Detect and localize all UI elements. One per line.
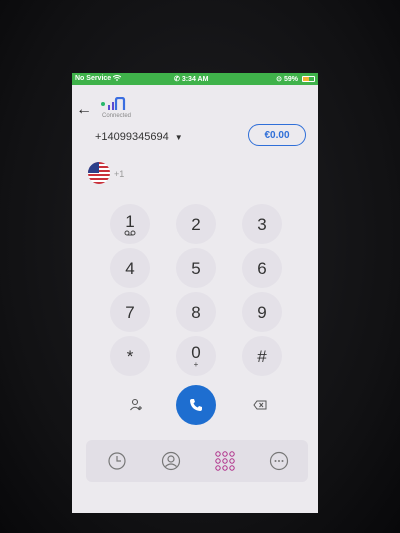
tab-keypad[interactable] — [212, 448, 238, 474]
dialpad-icon — [215, 451, 235, 471]
key-2[interactable]: 2 — [176, 204, 216, 244]
key-0[interactable]: 0 + — [176, 336, 216, 376]
key-3[interactable]: 3 — [242, 204, 282, 244]
backspace-icon[interactable] — [248, 393, 272, 417]
us-flag-icon[interactable] — [88, 162, 110, 184]
key-digit: 4 — [125, 258, 135, 278]
key-digit: 8 — [191, 302, 201, 322]
voicemail-icon — [124, 230, 136, 235]
key-8[interactable]: 8 — [176, 292, 216, 332]
phone-icon — [190, 399, 202, 411]
tab-recents[interactable] — [104, 448, 130, 474]
caller-id-selector[interactable]: +14099345694 ▼ — [95, 131, 183, 143]
key-hash[interactable]: # — [242, 336, 282, 376]
back-arrow-icon[interactable]: ← — [76, 101, 92, 119]
key-digit: 7 — [125, 302, 135, 322]
key-star[interactable]: * — [110, 336, 150, 376]
key-digit: 6 — [257, 258, 267, 278]
chat-icon — [269, 451, 289, 471]
person-icon — [161, 451, 181, 471]
tab-messages[interactable] — [266, 448, 292, 474]
key-6[interactable]: 6 — [242, 248, 282, 288]
key-digit: * — [126, 346, 134, 366]
balance-button[interactable]: €0.00 — [248, 124, 306, 146]
key-digit: # — [257, 346, 267, 366]
app-logo — [100, 96, 136, 114]
key-digit: 3 — [257, 214, 267, 234]
carrier-label: No Service — [75, 75, 122, 82]
key-digit: 1 — [125, 211, 135, 231]
phone-screen: No Service ✆ 3:34 AM ⊙ 59% ← Connected +… — [72, 73, 318, 513]
key-9[interactable]: 9 — [242, 292, 282, 332]
key-4[interactable]: 4 — [110, 248, 150, 288]
country-code: +1 — [114, 169, 125, 179]
key-digit: 5 — [191, 258, 201, 278]
caller-id-number: +14099345694 — [95, 131, 169, 143]
status-bar: No Service ✆ 3:34 AM ⊙ 59% — [72, 73, 318, 85]
battery-percent: ⊙ 59% — [276, 76, 298, 83]
key-digit: 9 — [257, 302, 267, 322]
alarm-icon: ⊙ — [276, 76, 283, 83]
call-active-icon: ✆ — [174, 76, 180, 83]
connection-status: Connected — [102, 113, 132, 119]
clock-icon — [108, 452, 126, 470]
caret-down-icon: ▼ — [174, 133, 183, 142]
bottom-tab-bar — [86, 440, 308, 482]
add-contact-icon[interactable] — [124, 393, 148, 417]
tab-contacts[interactable] — [158, 448, 184, 474]
wifi-icon — [112, 75, 122, 82]
battery-fill — [303, 77, 310, 81]
key-5[interactable]: 5 — [176, 248, 216, 288]
call-button[interactable] — [176, 385, 216, 425]
key-7[interactable]: 7 — [110, 292, 150, 332]
key-digit: 0 — [191, 342, 201, 362]
key-sub-label: + — [193, 359, 199, 369]
key-1[interactable]: 1 — [110, 204, 150, 244]
battery-icon — [302, 76, 315, 82]
status-time: ✆ 3:34 AM — [174, 76, 209, 83]
key-digit: 2 — [191, 214, 201, 234]
